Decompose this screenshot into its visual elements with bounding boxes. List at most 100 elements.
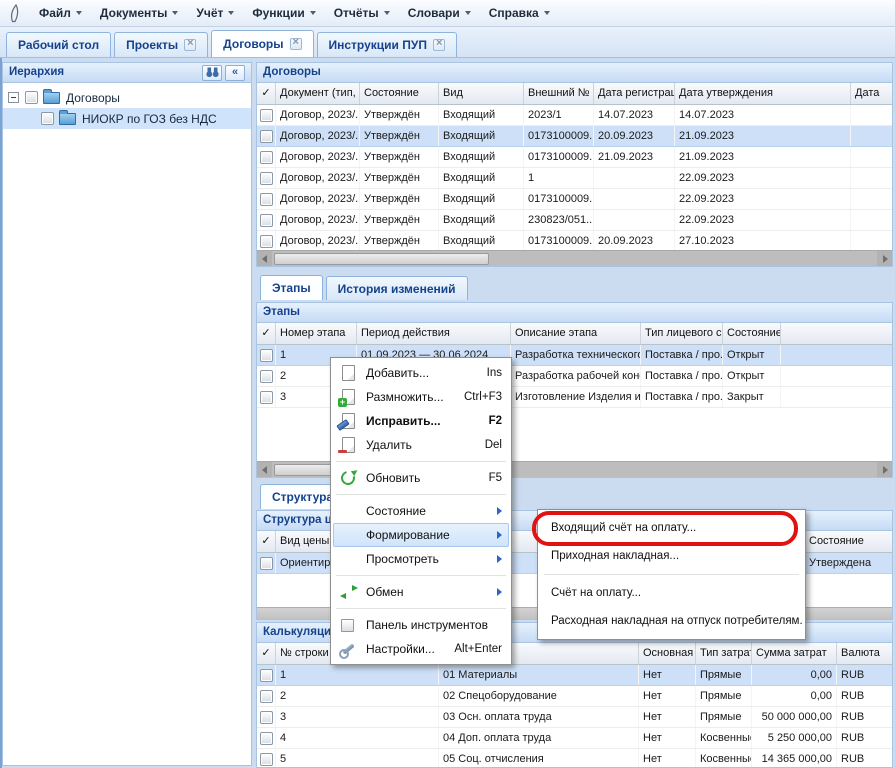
cell-state: Утверждён bbox=[360, 105, 439, 125]
context-menu-item[interactable]: Удалить Del bbox=[333, 433, 509, 457]
context-menu-item[interactable]: Просмотреть bbox=[333, 547, 509, 571]
calculation-row[interactable]: 5 05 Соц. отчисления Нет Косвенные 14 36… bbox=[257, 749, 892, 768]
menubar-item[interactable]: Файл bbox=[30, 1, 91, 25]
row-checkbox[interactable] bbox=[260, 235, 273, 248]
tab-close-icon[interactable] bbox=[433, 39, 445, 51]
column-header-description[interactable]: Описание этапа bbox=[511, 323, 641, 344]
section-tab[interactable]: История изменений bbox=[326, 276, 468, 300]
context-menu-item[interactable]: Добавить... Ins bbox=[333, 361, 509, 385]
column-header-period[interactable]: Период действия bbox=[357, 323, 511, 344]
menubar-item[interactable]: Справка bbox=[480, 1, 559, 25]
scroll-left-arrow-icon[interactable] bbox=[257, 251, 272, 266]
menubar-items: Файл Документы Учёт Функции bbox=[30, 1, 559, 25]
row-checkbox[interactable] bbox=[260, 151, 273, 164]
horizontal-scrollbar[interactable] bbox=[257, 250, 892, 266]
row-checkbox[interactable] bbox=[260, 753, 273, 766]
row-checkbox[interactable] bbox=[260, 391, 273, 404]
column-header-check[interactable]: ✓ bbox=[257, 643, 276, 664]
row-checkbox[interactable] bbox=[260, 711, 273, 724]
context-menu-item[interactable]: Обновить F5 bbox=[333, 466, 509, 490]
tab-close-icon[interactable] bbox=[184, 39, 196, 51]
column-header-currency[interactable]: Валюта bbox=[837, 643, 892, 664]
contract-row[interactable]: Договор, 2023/... Утверждён Входящий 230… bbox=[257, 210, 892, 231]
row-checkbox[interactable] bbox=[260, 690, 273, 703]
row-checkbox[interactable] bbox=[260, 214, 273, 227]
scroll-left-arrow-icon[interactable] bbox=[257, 462, 272, 477]
tree-node[interactable]: Договоры bbox=[3, 87, 251, 108]
context-menu-item[interactable]: Состояние bbox=[333, 499, 509, 523]
context-menu-item[interactable]: Размножить... Ctrl+F3 bbox=[333, 385, 509, 409]
column-header-document[interactable]: Документ (тип, № bbox=[276, 83, 360, 104]
column-header-main[interactable]: Основная bbox=[639, 643, 696, 664]
context-menu-item[interactable]: Панель инструментов bbox=[333, 613, 509, 637]
column-header-kind[interactable]: Вид bbox=[439, 83, 524, 104]
menubar-item[interactable]: Учёт bbox=[187, 1, 243, 25]
column-header-reg-date[interactable]: Дата регистрации. bbox=[594, 83, 675, 104]
cell-line-no: 5 bbox=[276, 749, 439, 768]
context-menu-item[interactable]: Обмен bbox=[333, 580, 509, 604]
submenu-arrow-icon bbox=[497, 507, 502, 515]
row-checkbox[interactable] bbox=[260, 370, 273, 383]
section-tab[interactable]: Этапы bbox=[260, 275, 323, 300]
scroll-thumb[interactable] bbox=[274, 253, 489, 265]
contract-row[interactable]: Договор, 2023/... Утверждён Входящий 017… bbox=[257, 126, 892, 147]
column-header-stage-no[interactable]: Номер этапа bbox=[276, 323, 357, 344]
column-header-approve-date[interactable]: Дата утверждения bbox=[675, 83, 851, 104]
document-tab[interactable]: Инструкции ПУП bbox=[317, 32, 457, 57]
column-header-check[interactable]: ✓ bbox=[257, 83, 276, 104]
context-menu-item[interactable]: Формирование bbox=[333, 523, 509, 547]
column-header-external-no[interactable]: Внешний № bbox=[524, 83, 594, 104]
menubar-item[interactable]: Отчёты bbox=[325, 1, 399, 25]
document-tab[interactable]: Проекты bbox=[114, 32, 208, 57]
row-checkbox[interactable] bbox=[260, 732, 273, 745]
cell-kind: Входящий bbox=[439, 189, 524, 209]
calculation-row[interactable]: 1 01 Материалы Нет Прямые 0,00 RUB bbox=[257, 665, 892, 686]
submenu-item[interactable]: Приходная накладная... bbox=[540, 542, 803, 570]
document-tab[interactable]: Рабочий стол bbox=[6, 32, 111, 57]
scroll-right-arrow-icon[interactable] bbox=[877, 251, 892, 266]
menubar-item[interactable]: Функции bbox=[243, 1, 324, 25]
column-header-check[interactable]: ✓ bbox=[257, 531, 276, 552]
submenu-item[interactable]: Входящий счёт на оплату... bbox=[540, 514, 803, 542]
collapse-panel-button[interactable]: « bbox=[225, 65, 245, 81]
row-checkbox[interactable] bbox=[260, 557, 273, 570]
column-header-account-type[interactable]: Тип лицевого счёт bbox=[641, 323, 723, 344]
column-header-state[interactable]: Состояние bbox=[805, 531, 892, 552]
column-header-cost-type[interactable]: Тип затрат bbox=[696, 643, 752, 664]
column-header-state[interactable]: Состояние bbox=[723, 323, 781, 344]
contract-row[interactable]: Договор, 2023/... Утверждён Входящий 017… bbox=[257, 231, 892, 252]
row-checkbox[interactable] bbox=[260, 669, 273, 682]
contract-row[interactable]: Договор, 2023/... Утверждён Входящий 017… bbox=[257, 147, 892, 168]
search-button[interactable] bbox=[202, 65, 222, 81]
context-menu-item[interactable]: Настройки... Alt+Enter bbox=[333, 637, 509, 661]
submenu-item[interactable]: Счёт на оплату... bbox=[540, 579, 803, 607]
contract-row[interactable]: Договор, 2023/... Утверждён Входящий 017… bbox=[257, 189, 892, 210]
column-header-cost-sum[interactable]: Сумма затрат bbox=[752, 643, 837, 664]
cell-approve-date: 22.09.2023 bbox=[675, 168, 851, 188]
contract-row[interactable]: Договор, 2023/... Утверждён Входящий 1 2… bbox=[257, 168, 892, 189]
scroll-right-arrow-icon[interactable] bbox=[877, 462, 892, 477]
column-header-date[interactable]: Дата bbox=[851, 83, 892, 104]
row-checkbox[interactable] bbox=[260, 349, 273, 362]
column-header-state[interactable]: Состояние bbox=[360, 83, 439, 104]
document-tab[interactable]: Договоры bbox=[211, 30, 313, 57]
tree-node[interactable]: НИОКР по ГОЗ без НДС bbox=[3, 108, 251, 129]
calculation-row[interactable]: 2 02 Спецоборудование Нет Прямые 0,00 RU… bbox=[257, 686, 892, 707]
row-checkbox[interactable] bbox=[260, 193, 273, 206]
calculation-row[interactable]: 4 04 Доп. оплата труда Нет Косвенные 5 2… bbox=[257, 728, 892, 749]
tree-expander-icon[interactable] bbox=[8, 92, 19, 103]
cell-reg-date bbox=[594, 168, 675, 188]
row-checkbox[interactable] bbox=[260, 109, 273, 122]
row-checkbox[interactable] bbox=[260, 130, 273, 143]
menubar-item[interactable]: Документы bbox=[91, 1, 187, 25]
submenu-item[interactable]: Расходная накладная на отпуск потребител… bbox=[540, 607, 803, 635]
context-menu-item[interactable]: Исправить... F2 bbox=[333, 409, 509, 433]
tree-node-checkbox[interactable] bbox=[41, 112, 54, 125]
tab-close-icon[interactable] bbox=[290, 38, 302, 50]
column-header-check[interactable]: ✓ bbox=[257, 323, 276, 344]
contract-row[interactable]: Договор, 2023/... Утверждён Входящий 202… bbox=[257, 105, 892, 126]
row-checkbox[interactable] bbox=[260, 172, 273, 185]
tree-node-checkbox[interactable] bbox=[25, 91, 38, 104]
menubar-item[interactable]: Словари bbox=[399, 1, 480, 25]
calculation-row[interactable]: 3 03 Осн. оплата труда Нет Прямые 50 000… bbox=[257, 707, 892, 728]
